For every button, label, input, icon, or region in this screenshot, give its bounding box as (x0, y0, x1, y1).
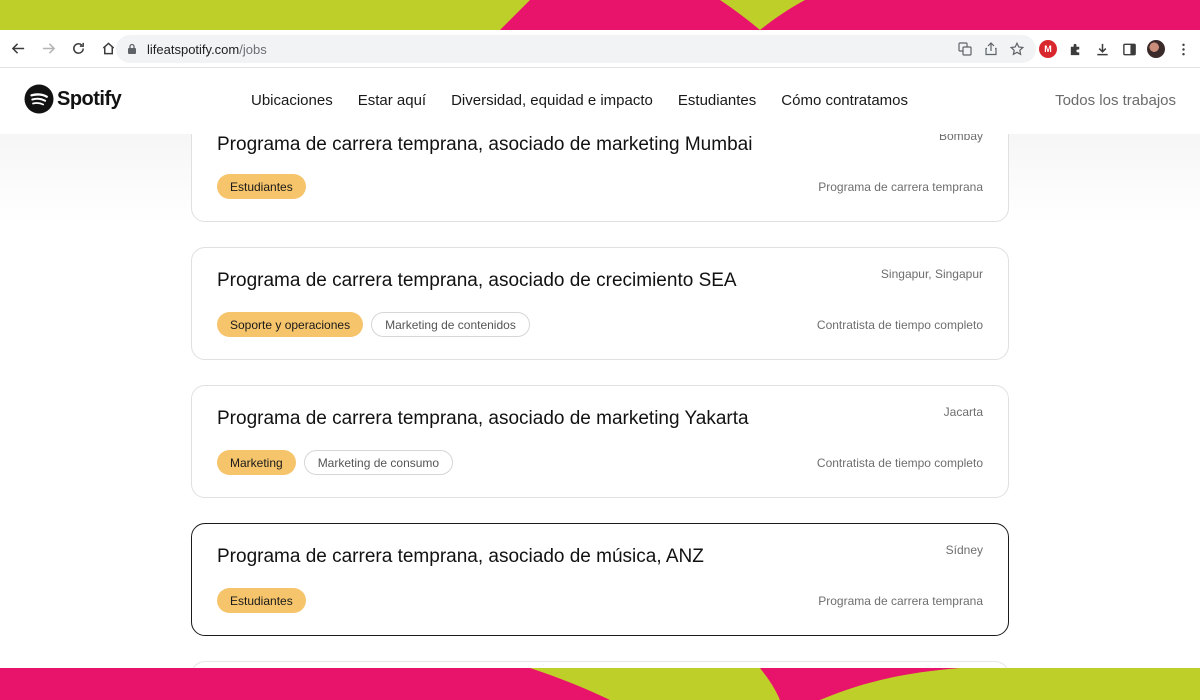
mega-icon[interactable]: M (1039, 40, 1057, 58)
spotify-logo[interactable]: Spotify (24, 84, 122, 114)
job-tags: Estudiantes (217, 174, 306, 199)
sidepanel-icon[interactable] (1120, 40, 1138, 58)
job-title[interactable]: Programa de carrera temprana, asociado d… (217, 546, 704, 568)
job-type: Programa de carrera temprana (818, 180, 983, 194)
job-tag[interactable]: Estudiantes (217, 588, 306, 613)
spotify-logo-icon (24, 84, 54, 114)
translate-icon[interactable] (956, 40, 974, 58)
job-list: Programa de carrera temprana, asociado d… (0, 134, 1200, 668)
lock-icon (128, 43, 136, 54)
job-location: Singapur, Singapur (880, 267, 983, 281)
job-tag[interactable]: Marketing de consumo (303, 450, 454, 475)
star-icon[interactable] (1008, 40, 1026, 58)
job-type: Contratista de tiempo completo (816, 456, 983, 470)
browser-toolbar: lifeatspotify.com/jobs M (0, 30, 1200, 68)
decorative-bottom-band (0, 668, 1200, 700)
reload-icon[interactable] (65, 36, 91, 62)
job-tag[interactable]: Soporte y operaciones (217, 312, 364, 337)
share-icon[interactable] (982, 40, 1000, 58)
job-location: Bombay (938, 134, 983, 143)
nav-como-contratamos[interactable]: Cómo contratamos (781, 92, 908, 109)
url-domain: lifeatspotify.com (147, 41, 240, 57)
job-card-partial[interactable] (191, 661, 1009, 668)
all-jobs-link[interactable]: Todos los trabajos (1055, 92, 1176, 109)
forward-arrow-icon[interactable] (35, 36, 61, 62)
download-icon[interactable] (1093, 40, 1111, 58)
site-header: Spotify Ubicaciones Estar aquí Diversida… (0, 68, 1200, 134)
job-card[interactable]: Programa de carrera temprana, asociado d… (191, 385, 1009, 498)
puzzle-icon[interactable] (1066, 40, 1084, 58)
job-card[interactable]: Programa de carrera temprana, asociado d… (191, 247, 1009, 360)
job-title[interactable]: Programa de carrera temprana, asociado d… (217, 408, 749, 430)
avatar[interactable] (1147, 40, 1165, 58)
job-location: Jacarta (943, 405, 983, 419)
url-path: /jobs (239, 41, 267, 57)
job-tag[interactable]: Estudiantes (217, 174, 306, 199)
nav-estudiantes[interactable]: Estudiantes (678, 92, 756, 109)
decorative-top-band (0, 0, 1200, 30)
job-tags: Soporte y operaciones Marketing de conte… (217, 312, 530, 337)
nav-estar-aqui[interactable]: Estar aquí (358, 92, 426, 109)
job-tags: Estudiantes (217, 588, 306, 613)
nav-ubicaciones[interactable]: Ubicaciones (251, 92, 333, 109)
job-type: Contratista de tiempo completo (816, 318, 983, 332)
address-bar[interactable]: lifeatspotify.com/jobs (116, 35, 1036, 63)
logo-text: Spotify (57, 87, 122, 110)
job-tag[interactable]: Marketing (217, 450, 296, 475)
job-card[interactable]: Programa de carrera temprana, asociado d… (191, 134, 1009, 222)
job-title[interactable]: Programa de carrera temprana, asociado d… (217, 134, 752, 156)
back-arrow-icon[interactable] (5, 36, 31, 62)
main-nav: Ubicaciones Estar aquí Diversidad, equid… (251, 92, 908, 109)
job-tag[interactable]: Marketing de contenidos (371, 312, 530, 337)
job-type: Programa de carrera temprana (818, 594, 983, 608)
job-card[interactable]: Programa de carrera temprana, asociado d… (191, 523, 1009, 636)
job-title[interactable]: Programa de carrera temprana, asociado d… (217, 270, 737, 292)
nav-diversidad[interactable]: Diversidad, equidad e impacto (451, 92, 653, 109)
kebab-menu-icon[interactable] (1174, 40, 1192, 58)
job-tags: Marketing Marketing de consumo (217, 450, 454, 475)
job-location: Sídney (945, 543, 983, 557)
